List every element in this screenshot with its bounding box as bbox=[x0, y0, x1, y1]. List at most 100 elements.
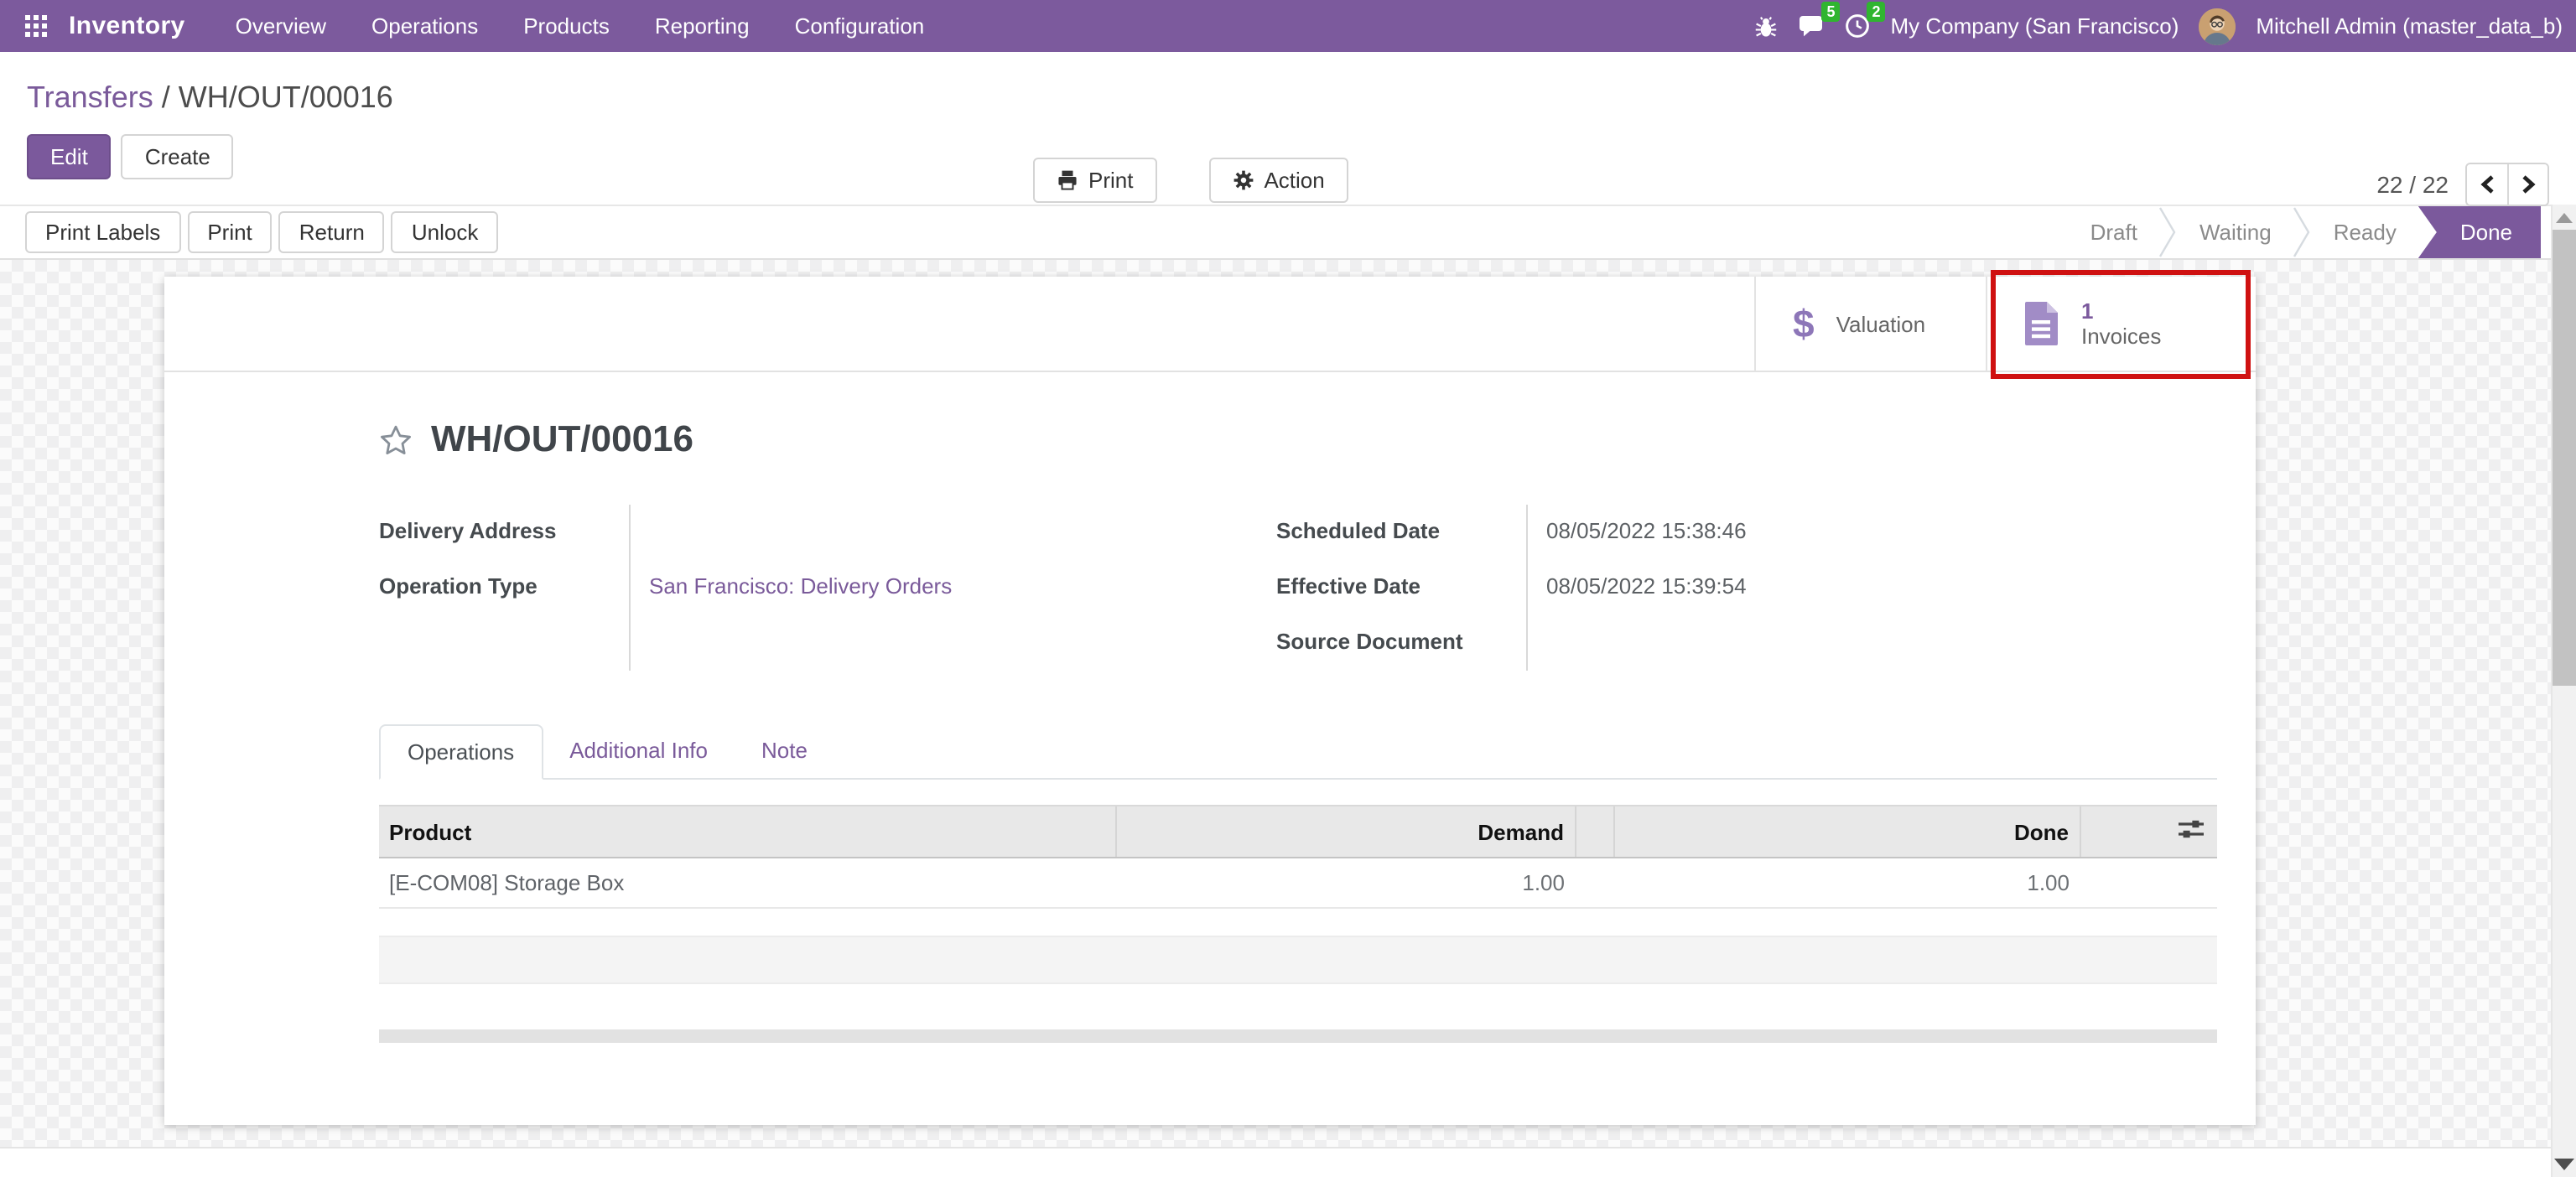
menu-reporting[interactable]: Reporting bbox=[655, 13, 750, 39]
print-button[interactable]: Print bbox=[1033, 158, 1156, 203]
field-scheduled-date: Scheduled Date 08/05/2022 15:38:46 bbox=[1276, 505, 2217, 560]
menu-configuration[interactable]: Configuration bbox=[795, 13, 925, 39]
vertical-scrollbar[interactable] bbox=[2551, 205, 2576, 1177]
form-view-area: $ Valuation 1 bbox=[0, 260, 2551, 1177]
create-button[interactable]: Create bbox=[122, 134, 234, 179]
cell-product[interactable]: [E-COM08] Storage Box bbox=[379, 858, 1115, 908]
table-striped-empty-row bbox=[379, 936, 2217, 984]
notebook-tabs: Operations Additional Info Note bbox=[379, 724, 2217, 780]
main-menu: Overview Operations Products Reporting C… bbox=[236, 13, 925, 39]
print-button-label: Print bbox=[1088, 168, 1133, 193]
valuation-label: Valuation bbox=[1836, 311, 1926, 336]
user-menu[interactable]: Mitchell Admin (master_data_b) bbox=[2256, 13, 2563, 39]
field-label: Effective Date bbox=[1276, 560, 1526, 615]
tab-operations[interactable]: Operations bbox=[379, 724, 543, 780]
unlock-button[interactable]: Unlock bbox=[392, 211, 499, 253]
odoo-inventory-transfer-screen: Inventory Overview Operations Products R… bbox=[0, 0, 2576, 1177]
field-label: Scheduled Date bbox=[1276, 505, 1526, 560]
invoices-smart-button[interactable]: 1 Invoices bbox=[1986, 277, 2234, 371]
cell-options bbox=[2080, 858, 2217, 908]
action-button[interactable]: Action bbox=[1208, 158, 1348, 203]
field-delivery-address: Delivery Address bbox=[379, 505, 1276, 560]
messages-icon[interactable]: 5 bbox=[1798, 13, 1825, 39]
field-value: 08/05/2022 15:38:46 bbox=[1526, 505, 2217, 560]
app-title[interactable]: Inventory bbox=[69, 12, 185, 40]
form-statusbar: Print Labels Print Return Unlock Draft W… bbox=[0, 205, 2576, 260]
return-button[interactable]: Return bbox=[279, 211, 385, 253]
gear-icon bbox=[1232, 169, 1254, 191]
status-step-waiting[interactable]: Waiting bbox=[2178, 206, 2293, 258]
optional-columns-icon[interactable] bbox=[2179, 818, 2204, 840]
field-source-document: Source Document bbox=[1276, 615, 2217, 671]
operation-type-link[interactable]: San Francisco: Delivery Orders bbox=[629, 560, 1276, 615]
record-actions: Print Action bbox=[1033, 158, 1348, 203]
print-document-button[interactable]: Print bbox=[187, 211, 272, 253]
invoices-stat-text: 1 Invoices bbox=[2081, 298, 2161, 349]
record-title-row: WH/OUT/00016 bbox=[379, 414, 2217, 464]
field-label: Source Document bbox=[1276, 615, 1526, 671]
pager-previous-button[interactable] bbox=[2467, 164, 2507, 205]
field-label: Operation Type bbox=[379, 560, 629, 615]
breadcrumb-transfers-link[interactable]: Transfers bbox=[27, 80, 153, 114]
valuation-smart-button[interactable]: $ Valuation bbox=[1754, 277, 1986, 371]
status-step-draft[interactable]: Draft bbox=[2069, 206, 2159, 258]
field-group-right: Scheduled Date 08/05/2022 15:38:46 Effec… bbox=[1276, 505, 2217, 671]
menu-operations[interactable]: Operations bbox=[371, 13, 478, 39]
tab-note[interactable]: Note bbox=[735, 724, 834, 778]
operations-table: Product Demand Done bbox=[379, 805, 2217, 909]
favorite-star-icon[interactable] bbox=[379, 423, 413, 455]
step-separator-icon bbox=[2293, 206, 2312, 258]
table-empty-space bbox=[379, 909, 2217, 936]
menu-products[interactable]: Products bbox=[523, 13, 610, 39]
apps-grid-icon[interactable] bbox=[25, 14, 49, 38]
printer-icon bbox=[1057, 169, 1078, 191]
table-horizontal-scrollbar[interactable] bbox=[379, 1029, 2217, 1043]
debug-bug-icon[interactable] bbox=[1754, 14, 1778, 38]
cell-empty bbox=[1575, 858, 1613, 908]
cell-done[interactable]: 1.00 bbox=[1613, 858, 2080, 908]
field-label: Delivery Address bbox=[379, 505, 629, 560]
field-value bbox=[1526, 615, 2217, 671]
pager-buttons bbox=[2465, 163, 2549, 206]
table-header-row: Product Demand Done bbox=[379, 806, 2217, 858]
status-step-done-active[interactable]: Done bbox=[2418, 206, 2541, 258]
user-avatar[interactable] bbox=[2199, 8, 2236, 44]
edit-button[interactable]: Edit bbox=[27, 134, 112, 179]
field-spacer-row bbox=[379, 615, 1276, 671]
pager: 22 / 22 bbox=[2376, 163, 2549, 206]
smart-buttons-row: $ Valuation 1 bbox=[164, 277, 2256, 372]
pager-next-button[interactable] bbox=[2507, 164, 2547, 205]
table-empty-space bbox=[379, 984, 2217, 1029]
field-value: 08/05/2022 15:39:54 bbox=[1526, 560, 2217, 615]
column-header-done: Done bbox=[1613, 806, 2080, 858]
field-operation-type: Operation Type San Francisco: Delivery O… bbox=[379, 560, 1276, 615]
chevron-left-icon bbox=[2480, 174, 2495, 194]
status-steps: Draft Waiting Ready Done bbox=[2069, 206, 2541, 258]
top-navbar: Inventory Overview Operations Products R… bbox=[0, 0, 2576, 52]
field-value bbox=[629, 505, 1276, 560]
sheet-body: WH/OUT/00016 Delivery Address Operation … bbox=[164, 414, 2256, 1043]
cell-demand[interactable]: 1.00 bbox=[1115, 858, 1575, 908]
field-groups: Delivery Address Operation Type San Fran… bbox=[379, 505, 2217, 671]
invoices-count: 1 bbox=[2081, 298, 2161, 324]
menu-overview[interactable]: Overview bbox=[236, 13, 326, 39]
action-button-label: Action bbox=[1264, 168, 1324, 193]
scrollbar-thumb[interactable] bbox=[2553, 230, 2576, 686]
activities-clock-icon[interactable]: 2 bbox=[1845, 13, 1870, 39]
scroll-down-arrow-icon[interactable] bbox=[2554, 1159, 2574, 1170]
status-step-ready[interactable]: Ready bbox=[2312, 206, 2418, 258]
pager-counter[interactable]: 22 / 22 bbox=[2376, 171, 2449, 198]
field-effective-date: Effective Date 08/05/2022 15:39:54 bbox=[1276, 560, 2217, 615]
scroll-up-arrow-icon[interactable] bbox=[2556, 213, 2573, 223]
tab-additional-info[interactable]: Additional Info bbox=[543, 724, 735, 778]
breadcrumb: Transfers / WH/OUT/00016 bbox=[27, 80, 2549, 116]
column-header-empty bbox=[1575, 806, 1613, 858]
navbar-systray: 5 2 My Company (San Francisco) bbox=[1754, 8, 2563, 44]
invoice-document-icon bbox=[2024, 302, 2059, 345]
dollar-icon: $ bbox=[1793, 304, 1815, 343]
column-header-product: Product bbox=[379, 806, 1115, 858]
table-row[interactable]: [E-COM08] Storage Box 1.00 1.00 bbox=[379, 858, 2217, 908]
record-title: WH/OUT/00016 bbox=[431, 414, 693, 464]
company-switcher[interactable]: My Company (San Francisco) bbox=[1890, 13, 2179, 39]
print-labels-button[interactable]: Print Labels bbox=[25, 211, 180, 253]
